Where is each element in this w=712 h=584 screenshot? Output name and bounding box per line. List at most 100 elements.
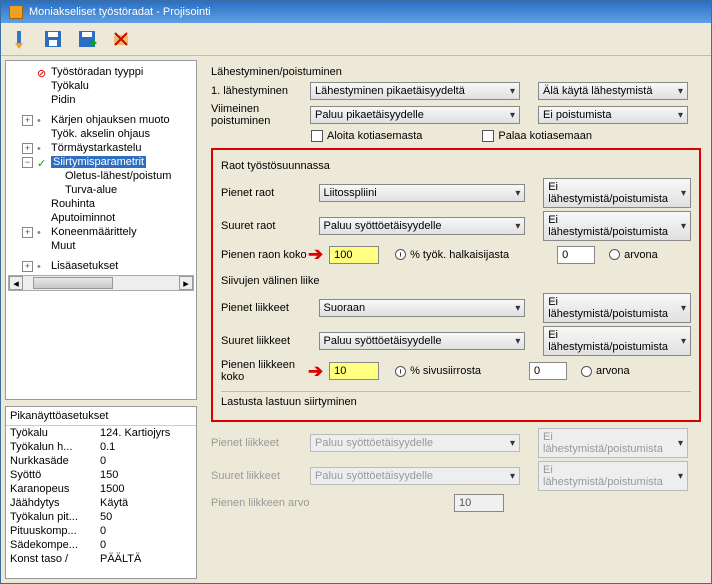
small-moves-mode-select[interactable]: Ei lähestymistä/poistumista — [543, 293, 691, 323]
chevron-down-icon — [506, 470, 515, 482]
tree-item-rough[interactable]: Rouhinta — [8, 197, 194, 211]
small-moves2-label: Pienet liikkeet — [211, 437, 306, 449]
chevron-down-icon — [674, 470, 683, 482]
small-move-size-label: Pienen liikkeen koko — [221, 359, 316, 383]
small-moves-select[interactable]: Suoraan — [319, 299, 526, 317]
chevron-down-icon — [511, 302, 520, 314]
chevron-down-icon — [506, 109, 515, 121]
check-icon — [37, 157, 47, 167]
title-bar: Moniakseliset työstöradat - Projisointi — [1, 1, 711, 23]
quick-title: Pikanäyttöasetukset — [6, 407, 196, 425]
delete-button[interactable] — [109, 27, 133, 51]
gap-percent-radio[interactable]: % työk. halkaisijasta — [395, 249, 509, 261]
tool-button-1[interactable] — [7, 27, 31, 51]
chevron-down-icon — [511, 220, 520, 232]
collapse-icon[interactable]: − — [22, 157, 33, 168]
quick-row[interactable]: Pituuskomp...0 — [6, 524, 196, 538]
large-moves2-label: Suuret liikkeet — [211, 470, 306, 482]
small-moves2-mode-select: Ei lähestymistä/poistumista — [538, 428, 688, 458]
chevron-down-icon — [677, 220, 686, 232]
app-icon — [9, 5, 23, 19]
small-gap-size-input[interactable] — [329, 246, 379, 264]
save-alt-button[interactable] — [75, 27, 99, 51]
tree-item-axis[interactable]: Työk. akselin ohjaus — [8, 127, 194, 141]
small-move-size-input[interactable] — [329, 362, 379, 380]
tree-item-linking[interactable]: −Siirtymisparametrit — [8, 155, 194, 169]
first-approach-mode-select[interactable]: Älä käytä lähestymistä — [538, 82, 688, 100]
tree-item-other[interactable]: Muut — [8, 239, 194, 253]
return-home-checkbox[interactable]: Palaa kotiasemaan — [482, 130, 592, 142]
quick-row[interactable]: Syöttö150 — [6, 468, 196, 482]
chevron-down-icon — [674, 109, 683, 121]
chevron-down-icon — [506, 85, 515, 97]
gap-value-input[interactable] — [557, 246, 595, 264]
tree-item-aux[interactable]: Aputoiminnot — [8, 211, 194, 225]
quick-row[interactable]: Työkalun pit...50 — [6, 510, 196, 524]
quick-row[interactable]: Työkalun h...0.1 — [6, 440, 196, 454]
window-title: Moniakseliset työstöradat - Projisointi — [29, 6, 211, 18]
quick-settings: Pikanäyttöasetukset Työkalu124. Kartiojy… — [5, 406, 197, 579]
chevron-down-icon — [511, 187, 520, 199]
start-home-checkbox[interactable]: Aloita kotiasemasta — [311, 130, 422, 142]
small-moves2-select: Paluu syöttöetäisyydelle — [310, 434, 520, 452]
large-moves2-select: Paluu syöttöetäisyydelle — [310, 467, 520, 485]
tree-hscroll[interactable]: ◂▸ — [8, 275, 194, 291]
tree-item-type[interactable]: Työstöradan tyyppi — [8, 65, 194, 79]
first-approach-label: 1. lähestyminen — [211, 85, 306, 97]
last-retract-label: Viimeinen poistuminen — [211, 103, 306, 127]
slices-group-title: Siivujen välinen liike — [221, 275, 691, 287]
small-move-value-label: Pienen liikkeen arvo — [211, 497, 326, 509]
chevron-down-icon — [677, 302, 686, 314]
tree-item-default[interactable]: Oletus-lähest/poistum — [8, 169, 194, 183]
last-retract-mode-select[interactable]: Ei poistumista — [538, 106, 688, 124]
quick-row[interactable]: JäähdytysKäytä — [6, 496, 196, 510]
large-moves-select[interactable]: Paluu syöttöetäisyydelle — [319, 332, 526, 350]
small-move-value-input — [454, 494, 504, 512]
arrow-right-icon: ➔ — [308, 244, 323, 265]
approach-group-title: Lähestyminen/poistuminen — [211, 66, 701, 78]
tree-item-tool[interactable]: Työkalu — [8, 79, 194, 93]
move-value-input[interactable] — [529, 362, 567, 380]
quick-row[interactable]: Karanopeus1500 — [6, 482, 196, 496]
large-gaps-label: Suuret raot — [221, 220, 315, 232]
tree-item-holder[interactable]: Pidin — [8, 93, 194, 107]
forbid-icon — [37, 67, 47, 77]
chevron-down-icon — [677, 335, 686, 347]
tree-item-advanced[interactable]: +Lisäasetukset — [8, 259, 194, 273]
large-gaps-mode-select[interactable]: Ei lähestymistä/poistumista — [543, 211, 691, 241]
last-retract-select[interactable]: Paluu pikaetäisyydelle — [310, 106, 520, 124]
chevron-down-icon — [677, 187, 686, 199]
tree-item-safezone[interactable]: Turva-alue — [8, 183, 194, 197]
small-gaps-select[interactable]: Liitosspliini — [319, 184, 526, 202]
small-gap-size-label: Pienen raon koko — [221, 249, 316, 261]
first-approach-select[interactable]: Lähestyminen pikaetäisyydeltä — [310, 82, 520, 100]
toolbar — [1, 23, 711, 56]
large-gaps-select[interactable]: Paluu syöttöetäisyydelle — [319, 217, 526, 235]
expand-icon[interactable]: + — [22, 115, 33, 126]
tree-item-tip[interactable]: +Kärjen ohjauksen muoto — [8, 113, 194, 127]
small-moves-label: Pienet liikkeet — [221, 302, 315, 314]
cut-to-cut-title: Lastusta lastuun siirtyminen — [221, 391, 691, 408]
move-value-radio[interactable]: arvona — [581, 365, 630, 377]
quick-row[interactable]: Työkalu124. Kartiojyrs — [6, 426, 196, 440]
large-moves2-mode-select: Ei lähestymistä/poistumista — [538, 461, 688, 491]
expand-icon[interactable]: + — [22, 143, 33, 154]
small-gaps-mode-select[interactable]: Ei lähestymistä/poistumista — [543, 178, 691, 208]
gap-value-radio[interactable]: arvona — [609, 249, 658, 261]
save-button[interactable] — [41, 27, 65, 51]
expand-icon[interactable]: + — [22, 261, 33, 272]
move-percent-radio[interactable]: % sivusiirrosta — [395, 365, 481, 377]
quick-row[interactable]: Nurkkasäde0 — [6, 454, 196, 468]
quick-row[interactable]: Konst taso /PÄÄLTÄ — [6, 552, 196, 566]
expand-icon[interactable]: + — [22, 227, 33, 238]
nav-tree[interactable]: Työstöradan tyyppi Työkalu Pidin +Kärjen… — [5, 60, 197, 400]
tree-item-collision[interactable]: +Törmäystarkastelu — [8, 141, 194, 155]
large-moves-label: Suuret liikkeet — [221, 335, 315, 347]
chevron-down-icon — [674, 85, 683, 97]
quick-row[interactable]: Sädekompe...0 — [6, 538, 196, 552]
highlight-box: Raot työstösuunnassa Pienet raot Liitoss… — [211, 148, 701, 422]
gaps-group-title: Raot työstösuunnassa — [221, 160, 691, 172]
tree-item-machine[interactable]: +Koneenmäärittely — [8, 225, 194, 239]
quick-list[interactable]: Työkalu124. Kartiojyrs Työkalun h...0.1 … — [6, 425, 196, 578]
large-moves-mode-select[interactable]: Ei lähestymistä/poistumista — [543, 326, 691, 356]
